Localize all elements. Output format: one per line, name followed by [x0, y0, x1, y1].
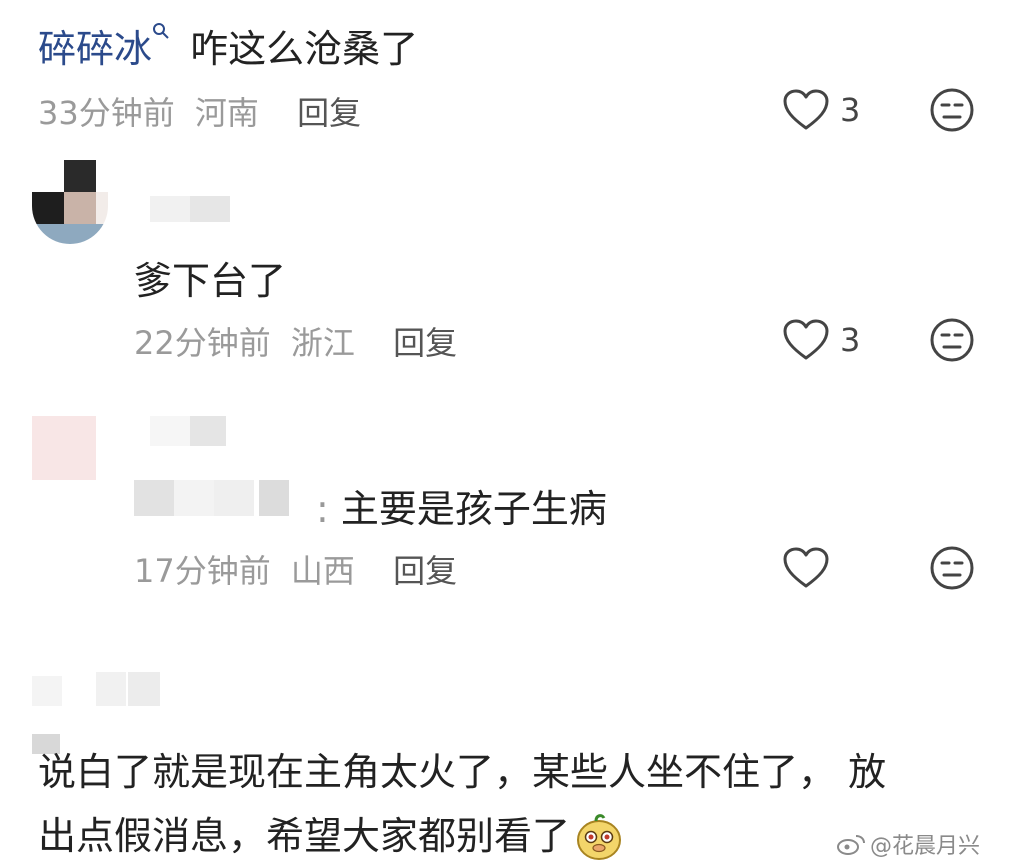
heart-icon: [782, 88, 830, 132]
avatar[interactable]: [32, 160, 108, 244]
neutral-face-icon: [928, 544, 976, 592]
heart-icon: [782, 546, 830, 590]
weibo-logo-icon: [836, 832, 866, 856]
quoted-username-blurred[interactable]: [134, 480, 314, 516]
mention-username[interactable]: 碎碎冰: [38, 27, 152, 71]
comment-1-meta: 33分钟前 河南 回复: [38, 88, 361, 134]
username-blurred[interactable]: [150, 416, 250, 446]
reply-button[interactable]: 回复: [393, 552, 457, 590]
comment-1-text-row: 碎碎冰 咋这么沧桑了: [38, 18, 418, 73]
comment-text: 主要是孩子生病: [340, 487, 607, 531]
like-count: 3: [840, 91, 861, 129]
username-blurred[interactable]: [150, 196, 230, 222]
reply-button[interactable]: 回复: [393, 324, 457, 362]
dislike-button[interactable]: [928, 86, 976, 134]
avatar[interactable]: [32, 416, 96, 480]
username-blurred[interactable]: [32, 668, 162, 708]
like-button[interactable]: 3: [782, 88, 860, 132]
comment-time: 22分钟前: [134, 324, 271, 362]
dislike-button[interactable]: [928, 316, 976, 364]
colon-separator: :: [316, 487, 329, 531]
comment-location: 河南: [194, 94, 259, 132]
dislike-button[interactable]: [928, 544, 976, 592]
reply-button[interactable]: 回复: [297, 94, 361, 132]
like-button[interactable]: 3: [782, 318, 860, 362]
watermark-text: @花晨月兴: [870, 834, 981, 859]
comment-text-line-2-text: 出点假消息，希望大家都别看了: [38, 814, 571, 858]
neutral-face-icon: [928, 316, 976, 364]
comment-location: 山西: [290, 552, 355, 590]
emoji-face-icon: [574, 811, 624, 861]
mention-search-icon: [152, 22, 170, 40]
comment-3-text-row: : 主要是孩子生病: [316, 478, 607, 533]
neutral-face-icon: [928, 86, 976, 134]
comment-time: 33分钟前: [38, 94, 175, 132]
comment-time: 17分钟前: [134, 552, 271, 590]
heart-icon: [782, 318, 830, 362]
comment-location: 浙江: [290, 324, 355, 362]
like-count: 3: [840, 321, 861, 359]
comment-text-line-1: 说白了就是现在主角太火了，某些人坐不住了， 放: [38, 750, 887, 794]
comment-2-meta: 22分钟前 浙江 回复: [134, 318, 457, 364]
comment-3-meta: 17分钟前 山西 回复: [134, 546, 457, 592]
comment-text: 爹下台了: [134, 259, 287, 303]
comment-text: 咋这么沧桑了: [190, 27, 419, 71]
like-button[interactable]: [782, 546, 830, 590]
watermark: @花晨月兴: [836, 828, 980, 860]
